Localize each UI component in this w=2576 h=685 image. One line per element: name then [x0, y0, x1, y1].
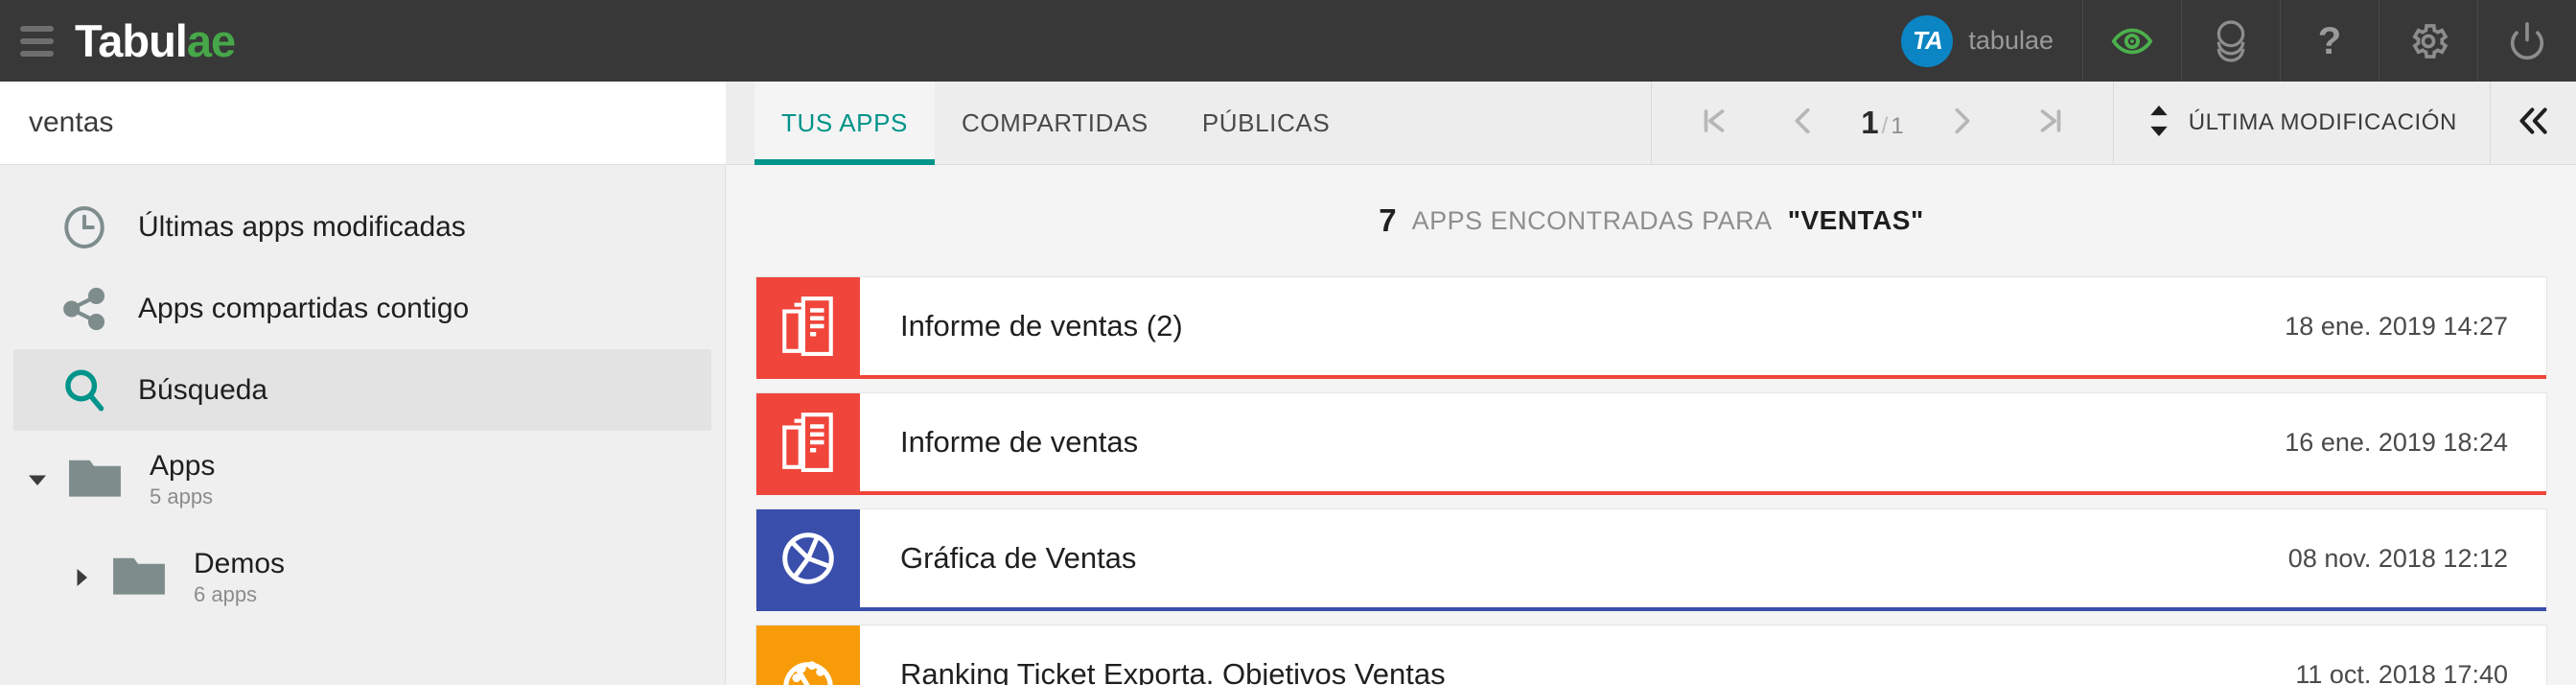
app-logo[interactable]: Tabulae	[75, 15, 236, 66]
folder-count: 6 apps	[194, 582, 258, 607]
next-page-icon	[1946, 104, 1979, 143]
eye-icon	[2110, 19, 2154, 63]
chevron-double-left-icon	[2515, 102, 2553, 145]
first-page-icon	[1698, 104, 1730, 143]
help-icon-button[interactable]: ?	[2280, 0, 2379, 82]
app-date: 18 ene. 2019 14:27	[2285, 311, 2508, 341]
app-name: Informe de ventas (2)	[900, 309, 1183, 342]
table-row[interactable]: Informe de ventas 16 ene. 2019 18:24	[755, 392, 2547, 495]
folder-icon	[67, 454, 123, 507]
stack-icon-button[interactable]	[2181, 0, 2280, 82]
page-indicator: 1/1	[1861, 105, 1903, 141]
topbar-actions: TA tabulae ?	[1891, 0, 2576, 82]
sidebar-item-apps-compartidas[interactable]: Apps compartidas contigo	[13, 268, 711, 349]
page-current: 1	[1861, 105, 1879, 140]
app-name: Informe de ventas	[900, 425, 1139, 459]
results-label: APPS ENCONTRADAS PARA	[1411, 205, 1773, 235]
app-date: 16 ene. 2019 18:24	[2285, 427, 2508, 457]
report-icon	[756, 277, 860, 375]
report-icon	[756, 393, 860, 491]
folder-name: Apps	[150, 449, 216, 482]
sidebar-item-ultimas-apps[interactable]: Últimas apps modificadas	[13, 186, 711, 268]
pagination: 1/1	[1651, 82, 2112, 164]
app-list: Informe de ventas (2) 18 ene. 2019 14:27…	[727, 276, 2576, 685]
folder-text: Demos 6 apps	[194, 548, 285, 608]
app-date: 08 nov. 2018 12:12	[2287, 543, 2508, 573]
caret-down-icon[interactable]	[21, 468, 54, 491]
search-box[interactable]	[0, 82, 726, 165]
page-separator: /	[1881, 113, 1889, 139]
last-page-button[interactable]	[2021, 82, 2080, 164]
share-icon	[59, 285, 109, 333]
logo-accent-text: ae	[186, 15, 236, 66]
first-page-button[interactable]	[1684, 82, 1744, 164]
tab-list: TUS APPS COMPARTIDAS PÚBLICAS	[726, 82, 1357, 165]
tabs-gap	[1357, 82, 1651, 164]
stack-icon	[2212, 19, 2250, 63]
table-row[interactable]: Informe de ventas (2) 18 ene. 2019 14:27	[755, 276, 2547, 379]
toolbar-row: TUS APPS COMPARTIDAS PÚBLICAS	[0, 82, 2576, 165]
tab-publicas[interactable]: PÚBLICAS	[1175, 82, 1357, 164]
username-label: tabulae	[1968, 26, 2054, 55]
tabs-row: TUS APPS COMPARTIDAS PÚBLICAS 1 / 1 ÚLTI…	[726, 82, 2576, 165]
gear-icon-button[interactable]	[2379, 0, 2477, 82]
clock-icon	[59, 203, 109, 251]
sort-control[interactable]: ÚLTIMA MODIFICACIÓN	[2112, 82, 2490, 164]
search-icon	[59, 366, 109, 414]
eye-icon-button[interactable]	[2082, 0, 2181, 82]
power-icon	[2505, 19, 2549, 63]
app-name: Gráfica de Ventas	[900, 541, 1137, 575]
table-row[interactable]: Ranking Ticket Exporta. Objetivos Ventas…	[755, 625, 2547, 685]
top-bar: Tabulae TA tabulae ?	[0, 0, 2576, 82]
tab-compartidas[interactable]: COMPARTIDAS	[935, 82, 1175, 164]
results-summary: 7 APPS ENCONTRADAS PARA "VENTAS"	[727, 165, 2576, 276]
last-page-icon	[2034, 104, 2067, 143]
app-name: Ranking Ticket Exporta. Objetivos Ventas	[900, 657, 1446, 685]
folder-apps[interactable]: Apps 5 apps	[0, 431, 725, 529]
folder-text: Apps 5 apps	[150, 450, 215, 510]
pie-chart-icon	[756, 509, 860, 607]
next-page-button[interactable]	[1933, 82, 1992, 164]
power-icon-button[interactable]	[2477, 0, 2576, 82]
user-account[interactable]: TA tabulae	[1891, 0, 2082, 82]
sidebar-item-label: Búsqueda	[138, 373, 268, 406]
gear-icon	[2406, 19, 2450, 63]
app-date: 11 oct. 2018 17:40	[2295, 659, 2508, 685]
logo-primary-text: Tabul	[75, 15, 188, 66]
sidebar-item-label: Apps compartidas contigo	[138, 292, 470, 324]
previous-page-icon	[1786, 104, 1819, 143]
folder-name: Demos	[194, 547, 286, 579]
gauge-icon	[756, 626, 860, 685]
sort-updown-icon	[2147, 105, 2171, 141]
table-row[interactable]: Gráfica de Ventas 08 nov. 2018 12:12	[755, 508, 2547, 611]
results-count: 7	[1379, 202, 1397, 238]
folder-demos[interactable]: Demos 6 apps	[0, 529, 725, 626]
help-icon: ?	[2317, 19, 2342, 62]
folder-count: 5 apps	[150, 484, 214, 509]
search-input[interactable]	[29, 106, 652, 139]
sidebar-item-label: Últimas apps modificadas	[138, 210, 466, 243]
sidebar-item-busqueda[interactable]: Búsqueda	[13, 349, 711, 431]
menu-icon[interactable]	[0, 0, 73, 82]
sidebar: Últimas apps modificadas Apps compartida…	[0, 165, 726, 685]
sort-label: ÚLTIMA MODIFICACIÓN	[2188, 109, 2457, 135]
tab-tus-apps[interactable]: TUS APPS	[754, 82, 935, 165]
page-total: 1	[1891, 113, 1904, 139]
folder-icon	[111, 552, 167, 604]
previous-page-button[interactable]	[1773, 82, 1832, 164]
collapse-panel-button[interactable]	[2490, 82, 2576, 164]
results-panel: 7 APPS ENCONTRADAS PARA "VENTAS" Informe…	[727, 165, 2576, 685]
results-query: "VENTAS"	[1787, 205, 1924, 235]
avatar: TA	[1901, 14, 1954, 67]
caret-right-icon[interactable]	[65, 566, 98, 589]
